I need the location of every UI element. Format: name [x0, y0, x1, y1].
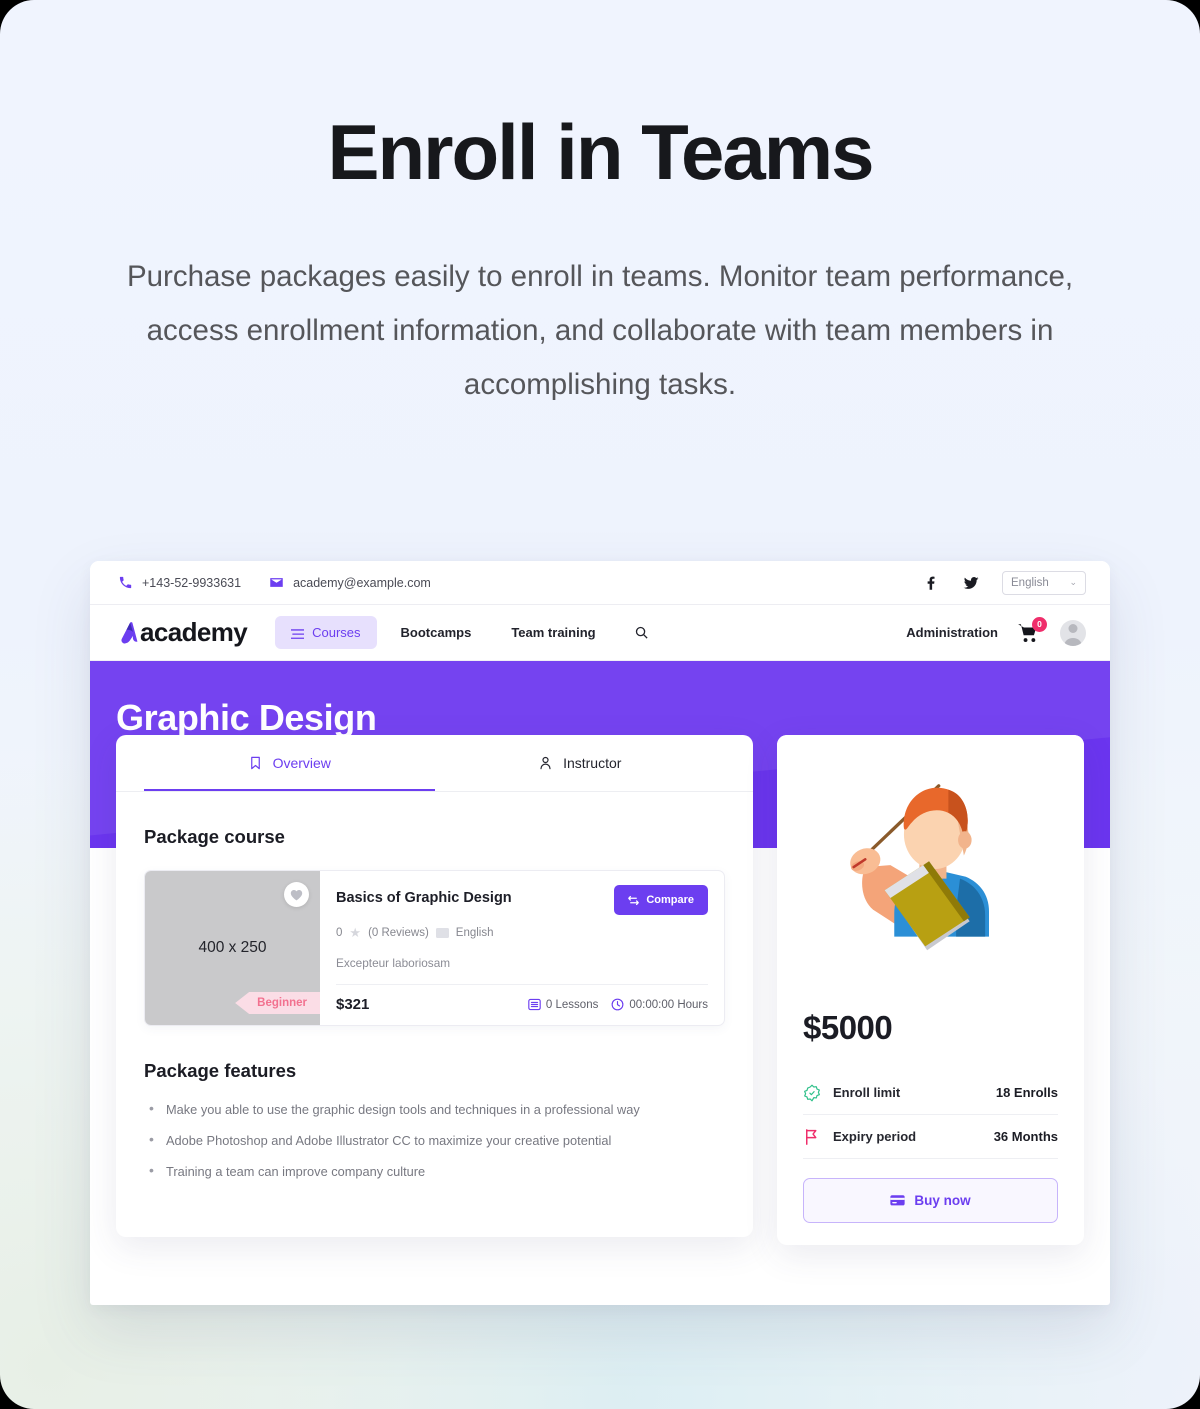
enroll-limit-row: Enroll limit 18 Enrolls — [803, 1071, 1058, 1115]
phone-contact[interactable]: +143-52-9933631 — [118, 575, 241, 590]
nav-search-button[interactable] — [620, 616, 663, 649]
language-value: English — [1011, 576, 1049, 589]
compare-label: Compare — [646, 894, 694, 906]
rating-value: 0 — [336, 926, 343, 939]
course-card-body: Basics of Graphic Design Compare 0 ★ (0 … — [320, 871, 724, 1025]
hero-section: Enroll in Teams Purchase packages easily… — [0, 0, 1200, 412]
tab-overview-label: Overview — [272, 755, 331, 771]
phone-icon — [118, 575, 133, 590]
star-icon: ★ — [349, 925, 362, 940]
expiry-period-value: 36 Months — [993, 1129, 1058, 1144]
tab-instructor[interactable]: Instructor — [435, 735, 726, 791]
teacher-illustration-icon — [849, 784, 989, 951]
compare-button[interactable]: Compare — [614, 885, 708, 915]
twitter-icon[interactable] — [962, 574, 980, 592]
page-subtitle: Purchase packages easily to enroll in te… — [126, 259, 1074, 401]
course-thumbnail: 400 x 250 Beginner — [145, 871, 320, 1025]
envelope-icon — [269, 575, 284, 590]
package-features-heading: Package features — [144, 1060, 297, 1081]
email-address: academy@example.com — [293, 575, 431, 590]
course-price: $321 — [336, 996, 370, 1013]
language-selector[interactable]: English ⌄ — [1002, 570, 1086, 595]
app-mockup: +143-52-9933631 academy@example.com Engl… — [90, 561, 1110, 1305]
nav-right: Administration 0 — [906, 616, 1086, 646]
nav-items: Courses Bootcamps Team training — [275, 616, 663, 649]
course-item-title: Basics of Graphic Design — [336, 890, 512, 906]
search-icon — [635, 626, 648, 639]
email-contact[interactable]: academy@example.com — [269, 575, 431, 590]
package-features-list: Make you able to use the graphic design … — [144, 1100, 725, 1179]
verified-badge-icon — [803, 1084, 821, 1102]
feature-item: Adobe Photoshop and Adobe Illustrator CC… — [144, 1131, 725, 1148]
nav-courses-label: Courses — [312, 625, 361, 640]
thumbnail-placeholder-text: 400 x 250 — [198, 939, 267, 956]
menu-bars-icon — [290, 627, 305, 639]
buy-now-button[interactable]: Buy now — [803, 1178, 1058, 1223]
feature-item: Make you able to use the graphic design … — [144, 1100, 725, 1117]
course-card-footer: $321 0 Lessons 00:00:00 Hours — [336, 984, 708, 1025]
person-icon — [540, 756, 551, 770]
contact-topbar: +143-52-9933631 academy@example.com Engl… — [90, 561, 1110, 605]
credit-card-icon — [890, 1195, 905, 1206]
nav-item-team-training[interactable]: Team training — [495, 616, 611, 649]
facebook-icon[interactable] — [922, 574, 940, 592]
lessons-stat: 0 Lessons — [528, 998, 598, 1011]
reviews-count: (0 Reviews) — [368, 926, 429, 939]
overview-card: Overview Instructor Package course 400 x… — [116, 735, 753, 1237]
topbar-right: English ⌄ — [922, 570, 1086, 595]
flag-icon — [803, 1128, 821, 1146]
course-title: Graphic Design — [116, 697, 377, 738]
page-root: Enroll in Teams Purchase packages easily… — [0, 0, 1200, 1409]
main-navbar: academy Courses Bootcamps Team training … — [90, 605, 1110, 661]
course-rating-row: 0 ★ (0 Reviews) English — [336, 926, 708, 939]
buy-now-label: Buy now — [914, 1193, 971, 1208]
nav-item-administration[interactable]: Administration — [906, 625, 998, 640]
cart-count-badge: 0 — [1032, 616, 1047, 632]
brand-logo[interactable]: academy — [118, 617, 248, 648]
enroll-limit-label: Enroll limit — [833, 1085, 901, 1100]
compare-icon — [628, 895, 640, 905]
bookmark-icon — [250, 756, 260, 770]
lessons-count: 0 Lessons — [545, 998, 599, 1011]
course-item-card[interactable]: 400 x 250 Beginner Basics of Graphic Des… — [144, 870, 725, 1026]
duration-stat: 00:00:00 Hours — [611, 998, 708, 1011]
tab-instructor-label: Instructor — [563, 755, 622, 771]
package-course-heading: Package course — [144, 826, 285, 847]
course-description: Excepteur laboriosam — [336, 956, 451, 970]
list-icon — [528, 998, 541, 1011]
feature-item: Training a team can improve company cult… — [144, 1162, 725, 1179]
package-price: $5000 — [803, 1009, 893, 1046]
brand-name: academy — [140, 617, 248, 647]
course-level-badge: Beginner — [235, 992, 320, 1014]
course-illustration — [777, 735, 1084, 1003]
wishlist-heart-icon[interactable] — [284, 882, 309, 907]
expiry-period-label: Expiry period — [833, 1129, 917, 1144]
cart-button[interactable]: 0 — [1018, 616, 1047, 643]
duration-value: 00:00:00 Hours — [629, 998, 708, 1011]
contact-info: +143-52-9933631 academy@example.com — [118, 575, 431, 590]
package-details-rows: Enroll limit 18 Enrolls Expiry period 36… — [777, 1071, 1084, 1159]
tab-overview[interactable]: Overview — [144, 735, 435, 791]
nav-item-bootcamps[interactable]: Bootcamps — [385, 616, 488, 649]
nav-item-courses[interactable]: Courses — [275, 616, 377, 649]
chevron-down-icon: ⌄ — [1069, 577, 1077, 587]
tab-bar: Overview Instructor — [116, 735, 753, 792]
language-flag-icon — [435, 927, 449, 938]
content-area: Overview Instructor Package course 400 x… — [90, 735, 1110, 1245]
purchase-sidebar-card: $5000 Enroll limit 18 Enrolls Expiry per… — [777, 735, 1084, 1245]
page-title: Enroll in Teams — [327, 108, 874, 196]
enroll-limit-value: 18 Enrolls — [995, 1085, 1058, 1100]
phone-number: +143-52-9933631 — [142, 575, 242, 590]
user-avatar[interactable] — [1060, 619, 1086, 646]
expiry-period-row: Expiry period 36 Months — [803, 1115, 1058, 1159]
course-language: English — [455, 926, 494, 939]
package-course-section: Package course 400 x 250 Beginner Basics… — [116, 826, 753, 1179]
clock-icon — [611, 998, 624, 1011]
